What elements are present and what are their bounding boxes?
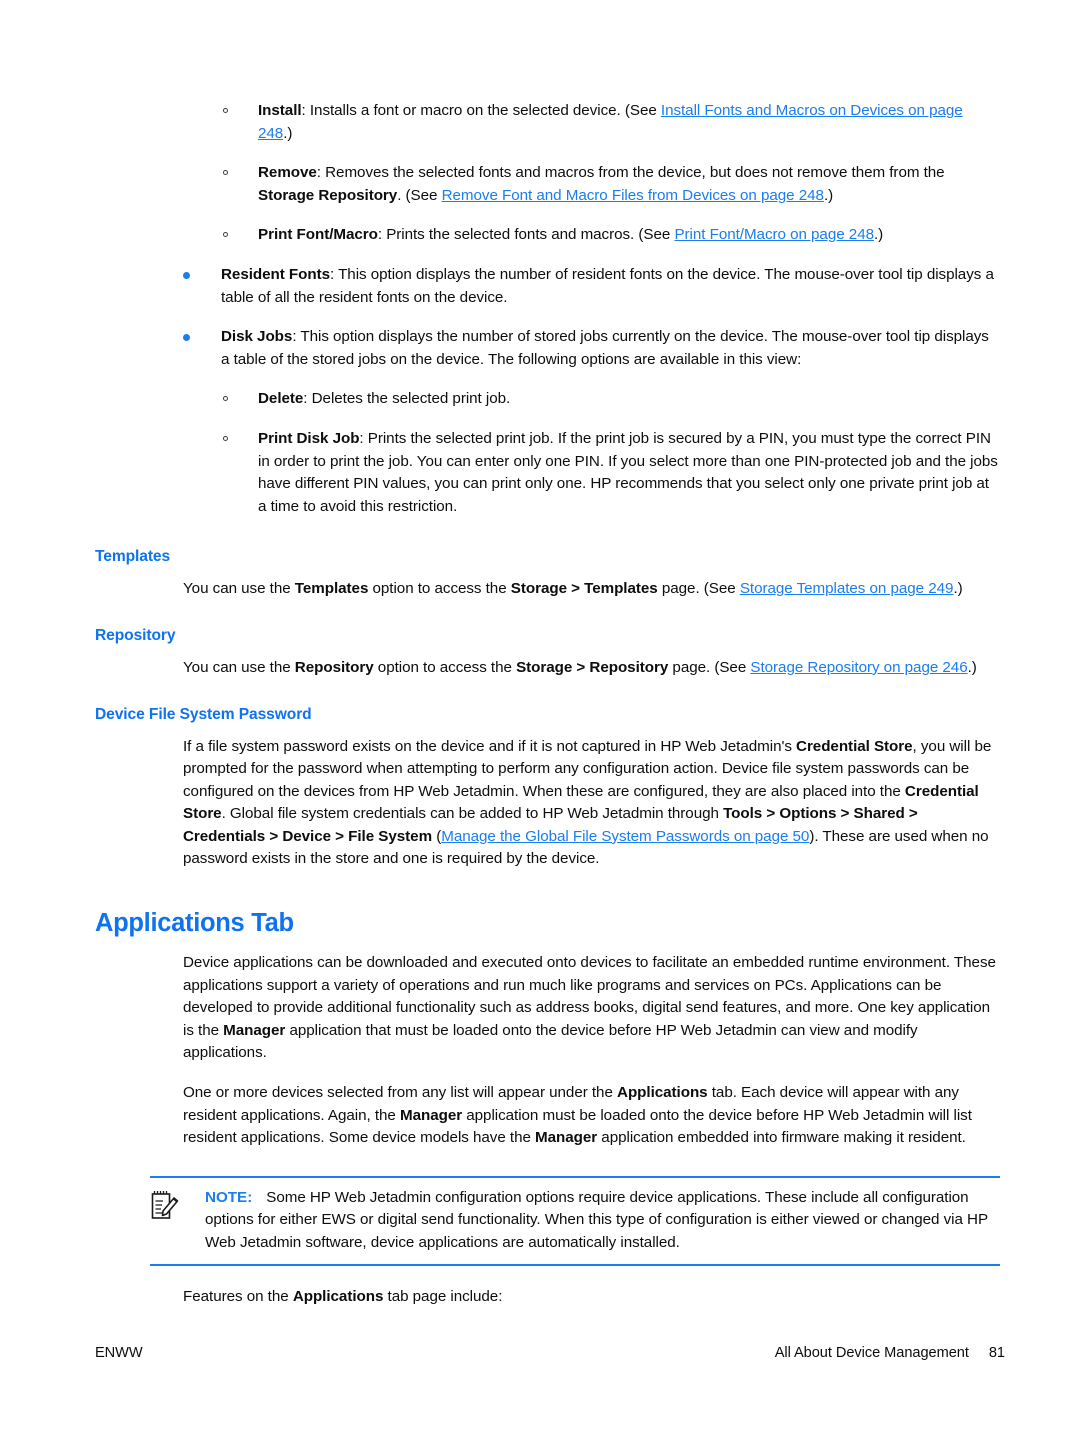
item-text: : Removes the selected fonts and macros …: [316, 164, 945, 182]
text-run: option to access the: [373, 658, 517, 676]
item-text: : This option displays the number of res…: [221, 265, 994, 306]
item-text: : Prints the selected fonts and macros. …: [377, 226, 675, 244]
item-text-after: .): [823, 186, 834, 204]
item-text-after: .): [283, 124, 293, 142]
section-applications-tab: Applications Tab Device applications can…: [95, 909, 1000, 1308]
section-repository: Repository You can use the Repository op…: [95, 627, 1000, 680]
text-run: . Global file system credentials can be …: [221, 805, 724, 823]
link-remove-font-and-macro-files[interactable]: Remove Font and Macro Files from Devices…: [442, 187, 824, 204]
item-text-after: .): [873, 226, 884, 244]
text-run: option to access the: [368, 580, 511, 598]
text-run: .): [967, 658, 977, 676]
text-run: application that must be loaded onto the…: [183, 1021, 918, 1062]
list-item: Install: Installs a font or macro on the…: [95, 100, 1000, 145]
note-callout: NOTE: Some HP Web Jetadmin configuration …: [150, 1175, 1000, 1266]
text-run: You can use the: [183, 658, 295, 676]
text-run: (: [432, 827, 442, 845]
section-device-file-system-password: Device File System Password If a file sy…: [95, 706, 1000, 872]
term-credential-store: Credential Store: [796, 737, 913, 755]
list-item: Delete: Deletes the selected print job.: [221, 388, 1000, 411]
text-run: page. (See: [657, 580, 740, 598]
page-content: Install: Installs a font or macro on the…: [95, 100, 1000, 1308]
list-item: Disk Jobs: This option displays the numb…: [95, 326, 1000, 518]
disk-job-actions-list: Delete: Deletes the selected print job. …: [221, 388, 1000, 518]
term-templates: Templates: [294, 580, 369, 598]
note-pad-pencil-icon: [150, 1189, 180, 1221]
list-item: Print Font/Macro: Prints the selected fo…: [95, 224, 1000, 247]
section-templates: Templates You can use the Templates opti…: [95, 548, 1000, 601]
text-run: tab page include:: [383, 1287, 503, 1305]
item-text: : This option displays the number of sto…: [221, 328, 989, 368]
item-text: : Deletes the selected print job.: [303, 390, 511, 408]
heading-applications-tab: Applications Tab: [95, 909, 294, 938]
text-run: You can use the: [183, 580, 295, 598]
text-run: One or more devices selected from any li…: [183, 1084, 618, 1102]
heading-repository: Repository: [95, 626, 176, 644]
font-macro-actions-list: Install: Installs a font or macro on the…: [95, 100, 1000, 247]
footer-locale: ENWW: [95, 1345, 143, 1361]
footer-chapter-title: All About Device Management: [774, 1345, 969, 1361]
link-print-font-macro[interactable]: Print Font/Macro on page 248: [674, 226, 874, 243]
item-text: : Prints the selected print job. If the …: [258, 429, 998, 515]
text-run: .): [953, 580, 963, 598]
paragraph-device-file-system-password: If a file system password exists on the …: [95, 736, 1000, 872]
heading-templates: Templates: [95, 548, 171, 566]
text-run: Features on the: [183, 1287, 293, 1305]
paragraph-applications-intro: Device applications can be downloaded an…: [95, 952, 1000, 1065]
term-storage-repository: Storage Repository: [258, 186, 398, 204]
term-applications-2: Applications: [292, 1287, 384, 1305]
text-run: application embedded into firmware makin…: [597, 1129, 966, 1147]
list-item: Resident Fonts: This option displays the…: [95, 264, 1000, 309]
term-disk-jobs: Disk Jobs: [221, 328, 293, 346]
note-body: NOTE: Some HP Web Jetadmin configuration …: [205, 1189, 988, 1251]
term-install: Install: [258, 102, 302, 119]
term-storage-repository-path: Storage > Repository: [516, 658, 669, 676]
device-options-list: Resident Fonts: This option displays the…: [95, 264, 1000, 518]
link-storage-repository[interactable]: Storage Repository on page 246: [750, 659, 967, 676]
list-item: Remove: Removes the selected fonts and m…: [95, 162, 1000, 207]
item-text: : Installs a font or macro on the select…: [301, 102, 661, 119]
document-page: Install: Installs a font or macro on the…: [0, 0, 1080, 1437]
note-message: Some HP Web Jetadmin configuration optio…: [205, 1188, 988, 1251]
heading-device-file-system-password: Device File System Password: [95, 705, 312, 723]
term-manager: Manager: [223, 1021, 286, 1039]
term-delete: Delete: [258, 390, 304, 408]
paragraph-repository: You can use the Repository option to acc…: [95, 657, 1000, 680]
term-manager-3: Manager: [535, 1129, 598, 1147]
term-resident-fonts: Resident Fonts: [221, 265, 330, 283]
note-label: NOTE:: [205, 1188, 253, 1206]
paragraph-features-intro: Features on the Applications tab page in…: [95, 1286, 1000, 1309]
paragraph-applications-devices: One or more devices selected from any li…: [95, 1082, 1000, 1150]
term-manager-2: Manager: [399, 1106, 463, 1124]
text-run: If a file system password exists on the …: [183, 737, 797, 755]
list-item: Print Disk Job: Prints the selected prin…: [221, 428, 1000, 518]
term-applications: Applications: [617, 1084, 708, 1102]
term-remove: Remove: [258, 164, 317, 182]
link-manage-global-file-system-passwords[interactable]: Manage the Global File System Passwords …: [441, 828, 809, 845]
footer-chapter-and-page: All About Device Management 81: [775, 1345, 1005, 1361]
paragraph-templates: You can use the Templates option to acce…: [95, 578, 1000, 601]
link-storage-templates[interactable]: Storage Templates on page 249: [740, 580, 954, 597]
term-print-font-macro: Print Font/Macro: [258, 226, 378, 244]
footer-page-number: 81: [988, 1345, 1005, 1361]
item-text-mid: . (See: [397, 186, 442, 204]
term-repository: Repository: [294, 658, 374, 676]
term-print-disk-job: Print Disk Job: [258, 429, 360, 447]
term-storage-templates-path: Storage > Templates: [510, 580, 658, 598]
text-run: page. (See: [668, 658, 751, 676]
